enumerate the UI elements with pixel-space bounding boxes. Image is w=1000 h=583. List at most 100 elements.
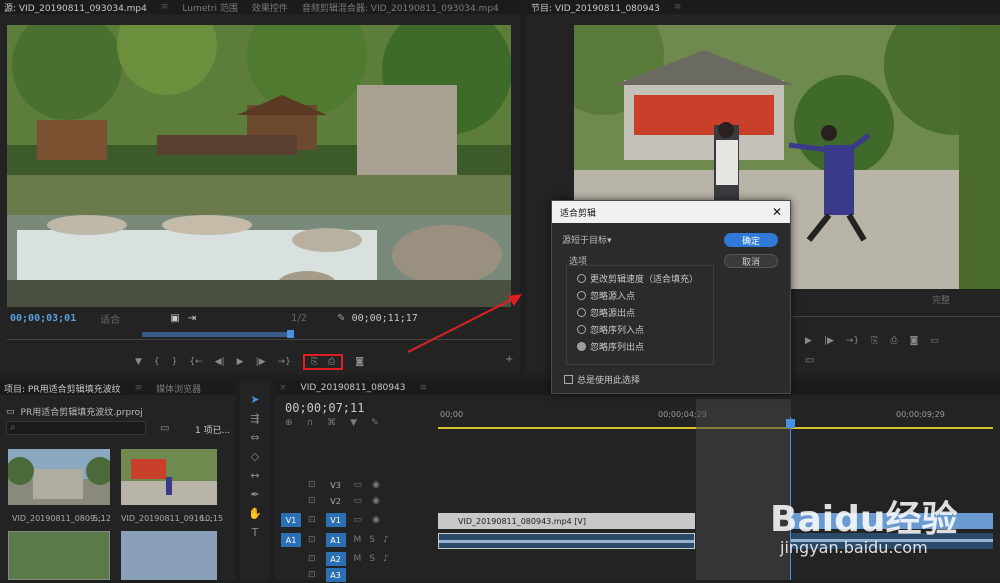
- radio-ignore-seq-in[interactable]: [577, 325, 586, 334]
- program-camera-icon[interactable]: ◙: [910, 336, 919, 346]
- clip-v1[interactable]: VID_20190811_080943.mp4 [V]: [438, 513, 695, 529]
- program-goto-out-icon[interactable]: →}: [846, 336, 859, 346]
- marker-icon[interactable]: ▼: [135, 357, 142, 367]
- tab-source[interactable]: 源: VID_20190811_093034.mp4: [4, 1, 147, 14]
- dropdown-icon[interactable]: ▾: [607, 236, 612, 246]
- selection-tool-icon[interactable]: ➤: [250, 393, 259, 406]
- a1-mic-icon[interactable]: ♪: [383, 535, 389, 545]
- v1-sync-icon[interactable]: ▭: [354, 515, 363, 525]
- a2-label[interactable]: A2: [325, 552, 346, 566]
- fit-dropdown[interactable]: 适合: [100, 311, 120, 326]
- a2-mic-icon[interactable]: ♪: [383, 554, 389, 564]
- overwrite-icon[interactable]: ⎙: [328, 357, 335, 367]
- v3-eye-icon[interactable]: ◉: [372, 480, 380, 490]
- dialog-close-icon[interactable]: ✕: [772, 205, 782, 219]
- always-use-checkbox[interactable]: [564, 375, 573, 384]
- timeline-close-icon[interactable]: ×: [279, 383, 287, 393]
- source-timecode-in[interactable]: 00;00;03;01: [10, 313, 76, 324]
- compare-icon[interactable]: ▭: [930, 336, 939, 346]
- radio-ignore-source-out[interactable]: [577, 308, 586, 317]
- source-drag-icon[interactable]: ⇥: [188, 313, 196, 324]
- play-icon[interactable]: ▶: [237, 357, 244, 367]
- v3-label[interactable]: V3: [326, 478, 346, 492]
- project-tab-menu-icon[interactable]: ≡: [135, 383, 143, 393]
- a1-solo-icon[interactable]: S: [369, 535, 375, 545]
- v2-label[interactable]: V2: [326, 494, 346, 508]
- tab-lumetri[interactable]: Lumetri 范围: [182, 1, 237, 14]
- a1-label[interactable]: A1: [325, 533, 346, 547]
- nest-icon[interactable]: ⊕: [285, 418, 293, 428]
- zoom-dropdown[interactable]: 1/2: [291, 313, 307, 324]
- source-patch-v1[interactable]: V1: [281, 513, 301, 527]
- linked-icon[interactable]: ⌘: [327, 418, 336, 428]
- camera-icon[interactable]: ◙: [355, 357, 364, 367]
- tab-media-browser[interactable]: 媒体浏览器: [156, 382, 201, 395]
- source-playhead[interactable]: [287, 330, 294, 338]
- cancel-button[interactable]: 取消: [724, 254, 778, 268]
- add-marker-icon[interactable]: ▼: [350, 418, 357, 428]
- vr-icon[interactable]: ▭: [805, 355, 814, 366]
- playhead-handle[interactable]: [786, 419, 795, 428]
- ripple-edit-icon[interactable]: ⇔: [250, 431, 259, 444]
- ok-button[interactable]: 确定: [724, 233, 778, 247]
- a2-solo-icon[interactable]: S: [369, 554, 375, 564]
- clip-a1[interactable]: [438, 533, 695, 549]
- slip-icon[interactable]: ↔: [250, 469, 259, 482]
- v3-sync-icon[interactable]: ▭: [354, 480, 363, 490]
- hand-icon[interactable]: ✋: [248, 507, 262, 520]
- tab-audio-mixer[interactable]: 音频剪辑混合器: VID_20190811_093034.mp4: [302, 1, 499, 14]
- snap-icon[interactable]: ∩: [307, 418, 314, 428]
- type-icon[interactable]: T: [252, 526, 259, 539]
- program-play-icon[interactable]: ▶: [805, 336, 812, 346]
- program-tab-menu-icon[interactable]: ≡: [674, 2, 682, 12]
- thumb-3[interactable]: [8, 531, 110, 580]
- timeline-timecode[interactable]: 00;00;07;11: [285, 401, 364, 415]
- project-search-input[interactable]: ⌕: [6, 421, 146, 435]
- track-select-icon[interactable]: ⇶: [250, 412, 259, 425]
- tab-sequence[interactable]: VID_20190811_080943: [301, 383, 406, 393]
- lift-icon[interactable]: ⎘: [871, 336, 878, 346]
- extract-icon[interactable]: ⎙: [890, 336, 897, 346]
- step-back-icon[interactable]: ◀|: [215, 357, 225, 367]
- settings-icon[interactable]: ✎: [371, 418, 379, 428]
- v2-lock-icon[interactable]: ⊡: [308, 496, 316, 506]
- radio-change-speed[interactable]: [577, 274, 586, 283]
- thumb-2[interactable]: [121, 449, 217, 505]
- pen-icon[interactable]: ✒: [250, 488, 259, 501]
- timeline-tab-menu-icon[interactable]: ≡: [419, 383, 427, 393]
- v1-eye-icon[interactable]: ◉: [372, 515, 380, 525]
- razor-icon[interactable]: ◇: [251, 450, 259, 463]
- option-ignore-seq-out[interactable]: 忽略序列出点: [577, 338, 713, 355]
- a1-mute-icon[interactable]: M: [354, 535, 362, 545]
- v1-lock-icon[interactable]: ⊡: [308, 515, 316, 525]
- thumb-4[interactable]: [121, 531, 217, 580]
- source-patch-a1[interactable]: A1: [281, 533, 301, 547]
- tab-effect-controls[interactable]: 效果控件: [252, 1, 288, 14]
- program-step-forward-icon[interactable]: |▶: [824, 336, 834, 346]
- tab-program[interactable]: 节目: VID_20190811_080943: [531, 1, 660, 14]
- a1-lock-icon[interactable]: ⊡: [308, 535, 316, 545]
- v3-lock-icon[interactable]: ⊡: [308, 480, 316, 490]
- source-in-marker-icon[interactable]: ▣: [170, 313, 179, 324]
- mark-out-icon[interactable]: }: [172, 357, 178, 367]
- v2-eye-icon[interactable]: ◉: [372, 496, 380, 506]
- wrench-icon[interactable]: ✎: [337, 313, 345, 324]
- option-change-speed[interactable]: 更改剪辑速度（适合填充）: [577, 270, 713, 287]
- mark-in-icon[interactable]: {: [154, 357, 160, 367]
- tab-menu-icon[interactable]: ≡: [161, 2, 169, 12]
- step-forward-icon[interactable]: |▶: [256, 357, 266, 367]
- a2-mute-icon[interactable]: M: [354, 554, 362, 564]
- bin-icon[interactable]: ▭: [160, 423, 169, 434]
- thumb-1[interactable]: [6, 449, 114, 505]
- radio-ignore-source-in[interactable]: [577, 291, 586, 300]
- option-ignore-source-out[interactable]: 忽略源出点: [577, 304, 713, 321]
- tab-project[interactable]: 项目: PR用适合剪辑填充波纹: [4, 382, 121, 395]
- radio-ignore-seq-out[interactable]: [577, 342, 586, 351]
- goto-out-icon[interactable]: →}: [278, 357, 291, 367]
- v1-label[interactable]: V1: [325, 513, 346, 527]
- v2-sync-icon[interactable]: ▭: [354, 496, 363, 506]
- option-ignore-seq-in[interactable]: 忽略序列入点: [577, 321, 713, 338]
- a3-lock-icon[interactable]: ⊡: [308, 570, 316, 580]
- a2-lock-icon[interactable]: ⊡: [308, 554, 316, 564]
- option-ignore-source-in[interactable]: 忽略源入点: [577, 287, 713, 304]
